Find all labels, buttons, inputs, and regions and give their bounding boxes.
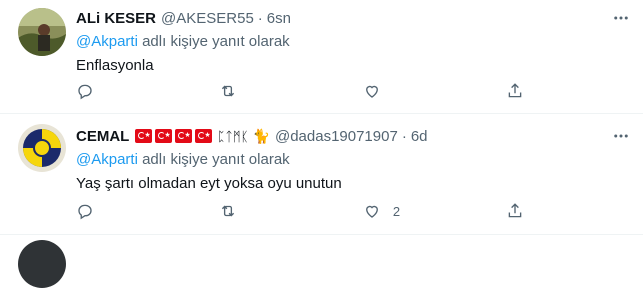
tweet-text: Enflasyonla (76, 57, 154, 74)
share-button[interactable] (506, 200, 536, 222)
tweet-text: Yaş şartı olmadan eyt yoksa oyu unutun (76, 175, 342, 192)
turkey-flag-icon (195, 129, 213, 143)
tweet-header: ALi KESER @AKESER55 · 6sn (76, 8, 631, 28)
tweet-content: ALi KESER @AKESER55 · 6sn @Akparti adlı … (76, 8, 631, 76)
action-bar: 2 (76, 200, 536, 222)
turkey-flag-icon (135, 129, 153, 143)
reply-button[interactable] (76, 80, 219, 102)
timestamp[interactable]: 6sn (267, 10, 291, 27)
display-name[interactable]: CEMAL (76, 128, 129, 145)
display-name[interactable]: ALi KESER (76, 10, 156, 27)
divider (0, 234, 643, 235)
like-icon (365, 85, 378, 98)
avatar[interactable] (18, 8, 66, 56)
action-bar (76, 80, 536, 102)
tweet[interactable]: ALi KESER @AKESER55 · 6sn @Akparti adlı … (0, 0, 643, 113)
share-icon (509, 203, 522, 218)
turkey-flag-icon (175, 129, 193, 143)
timestamp[interactable]: 6d (411, 128, 428, 145)
user-handle[interactable]: @AKESER55 (161, 10, 254, 27)
retweet-button[interactable] (219, 200, 362, 222)
share-icon (509, 83, 522, 98)
like-count: 2 (392, 203, 401, 219)
like-icon (365, 205, 378, 218)
retweet-icon (222, 85, 235, 97)
mention-link[interactable]: @Akparti (76, 33, 138, 50)
avatar[interactable] (18, 240, 66, 288)
reply-label: adlı kişiye yanıt olarak (137, 151, 290, 168)
share-button[interactable] (506, 80, 536, 102)
tweet[interactable]: CEMAL ᛈᛏᛗᛕ 🐈 @dadas19071907 · 6d @Akpart… (0, 114, 643, 234)
name-runes: ᛈᛏᛗᛕ (217, 128, 249, 144)
tweet-header: CEMAL ᛈᛏᛗᛕ 🐈 @dadas19071907 · 6d (76, 126, 631, 146)
reply-context: @Akparti adlı kişiye yanıt olarak (76, 150, 631, 170)
cat-emoji-icon: 🐈 (252, 127, 270, 144)
reply-icon (78, 204, 92, 220)
more-icon[interactable] (609, 8, 633, 28)
reply-context: @Akparti adlı kişiye yanıt olarak (76, 32, 631, 52)
like-button[interactable] (363, 80, 506, 102)
more-icon[interactable] (609, 126, 633, 146)
reply-icon (78, 84, 92, 100)
mention-link[interactable]: @Akparti (76, 151, 138, 168)
reply-button[interactable] (76, 200, 219, 222)
separator: · (401, 127, 407, 145)
user-handle[interactable]: @dadas19071907 (275, 128, 398, 145)
separator: · (257, 9, 263, 27)
retweet-button[interactable] (219, 80, 362, 102)
reply-label: adlı kişiye yanıt olarak (137, 33, 290, 50)
tweet-content: CEMAL ᛈᛏᛗᛕ 🐈 @dadas19071907 · 6d @Akpart… (76, 126, 631, 194)
turkey-flag-icon (155, 129, 173, 143)
avatar[interactable] (18, 124, 66, 172)
retweet-icon (222, 205, 235, 217)
like-button[interactable]: 2 (363, 200, 506, 222)
